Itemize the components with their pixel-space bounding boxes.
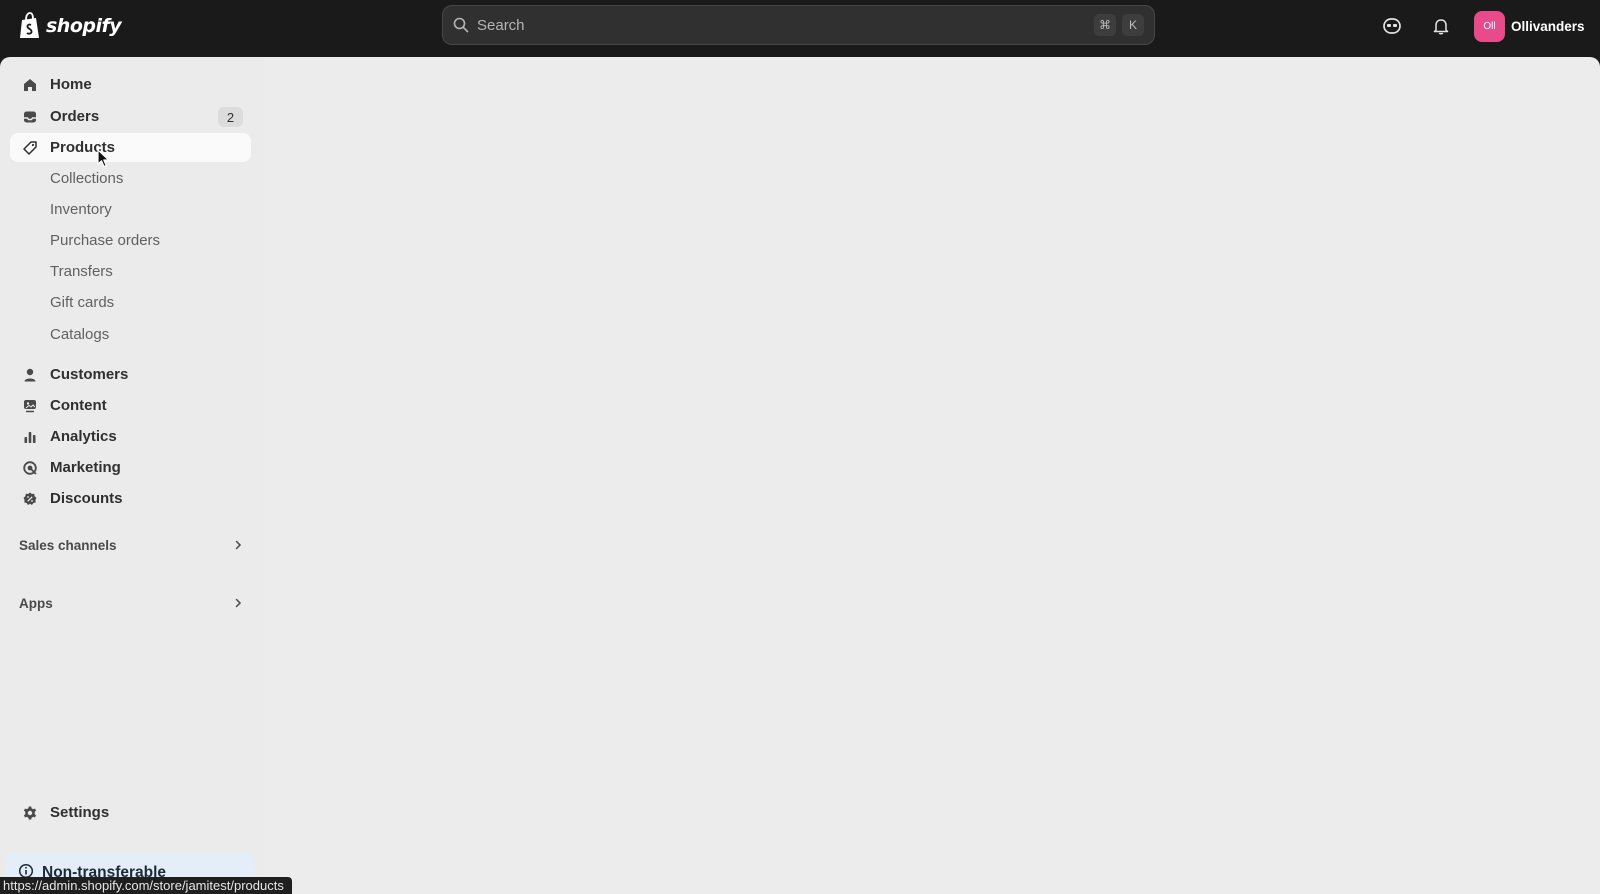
sidebar-subitem-label: Gift cards <box>50 294 115 311</box>
shopify-bag-icon <box>20 12 39 38</box>
sidebar-item-label: Customers <box>50 366 129 383</box>
sidebar-item-products[interactable]: Products <box>10 133 251 162</box>
account-menu[interactable]: Oll Ollivanders <box>1474 10 1585 42</box>
section-label: Sales channels <box>19 537 117 553</box>
sidebar-subitem-label: Collections <box>50 170 124 187</box>
notifications-button[interactable] <box>1427 12 1455 40</box>
link-preview-url: https://admin.shopify.com/store/jamitest… <box>0 877 292 894</box>
chevron-right-icon <box>233 598 243 608</box>
sidebar-item-label: Discounts <box>50 490 123 507</box>
search-icon <box>453 17 469 33</box>
sidebar-section-sales-channels[interactable]: Sales channels <box>10 532 251 558</box>
content-icon <box>20 396 40 416</box>
store-name: Ollivanders <box>1511 18 1585 34</box>
orders-icon <box>20 107 40 127</box>
sidebar-section-apps[interactable]: Apps <box>10 590 251 616</box>
person-icon <box>20 365 40 385</box>
sidebar-subitem-label: Purchase orders <box>50 232 161 249</box>
sidebar-subitem-purchase-orders[interactable]: Purchase orders <box>10 226 251 255</box>
sidebar-subitem-label: Inventory <box>50 201 112 218</box>
orders-count-badge: 2 <box>218 107 243 127</box>
shortcut-key-cmd: ⌘ <box>1094 14 1116 36</box>
main-content <box>264 57 1600 894</box>
chevron-right-icon <box>233 540 243 550</box>
sidebar-item-label: Marketing <box>50 459 121 476</box>
tag-icon <box>20 138 40 158</box>
sidebar-item-marketing[interactable]: Marketing <box>10 453 251 482</box>
home-icon <box>20 75 40 95</box>
sidebar-item-label: Analytics <box>50 428 117 445</box>
sidebar-item-customers[interactable]: Customers <box>10 360 251 389</box>
sidebar-subitem-gift-cards[interactable]: Gift cards <box>10 288 251 317</box>
top-bar: shopify Search ⌘ K Oll Ollivanders <box>0 0 1600 57</box>
shortcut-key-k: K <box>1122 14 1144 36</box>
sidebar-subitem-label: Catalogs <box>50 326 110 343</box>
sidebar-item-content[interactable]: Content <box>10 391 251 420</box>
sidebar-subitem-collections[interactable]: Collections <box>10 164 251 193</box>
sidekick-button[interactable] <box>1378 12 1406 40</box>
sidebar-item-label: Content <box>50 397 107 414</box>
sidebar-subitem-catalogs[interactable]: Catalogs <box>10 320 251 349</box>
sidebar-item-label: Orders <box>50 108 100 125</box>
sidebar-item-home[interactable]: Home <box>10 70 251 99</box>
sidebar-item-orders[interactable]: Orders 2 <box>10 102 251 131</box>
sidebar-item-discounts[interactable]: Discounts <box>10 484 251 513</box>
sidebar-item-analytics[interactable]: Analytics <box>10 422 251 451</box>
mouse-cursor-icon <box>97 149 110 168</box>
discount-icon <box>20 489 40 509</box>
sidebar-subitem-transfers[interactable]: Transfers <box>10 257 251 286</box>
sidebar-subitem-label: Transfers <box>50 263 113 280</box>
sidebar-subitem-inventory[interactable]: Inventory <box>10 195 251 224</box>
sidebar-item-label: Settings <box>50 804 110 821</box>
gear-icon <box>20 803 40 823</box>
brand-wordmark: shopify <box>46 15 122 37</box>
sidebar-item-settings[interactable]: Settings <box>10 798 251 827</box>
section-label: Apps <box>19 595 53 611</box>
sidekick-icon <box>1383 18 1401 34</box>
search-input[interactable]: Search ⌘ K <box>442 5 1155 45</box>
shopify-logo[interactable]: shopify <box>18 10 122 42</box>
bell-icon <box>1433 19 1449 35</box>
bar-chart-icon <box>20 427 40 447</box>
target-icon <box>20 458 40 478</box>
avatar: Oll <box>1474 10 1505 42</box>
sidebar-item-label: Home <box>50 76 92 93</box>
search-placeholder: Search <box>477 16 525 34</box>
